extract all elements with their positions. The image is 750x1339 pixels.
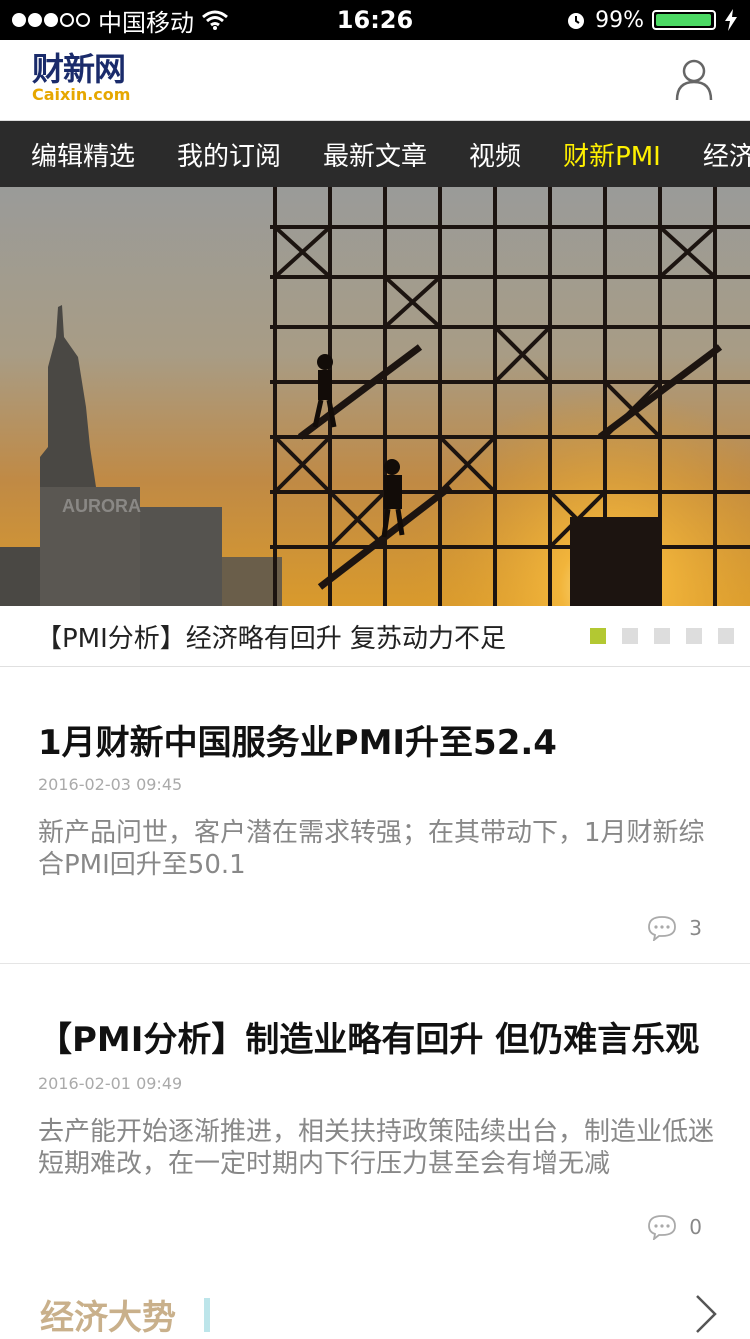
bolt-icon — [725, 9, 737, 31]
logo-domain: Caixin.com — [32, 85, 131, 104]
article-summary: 新产品问世，客户潜在需求转强；在其带动下，1月财新综合PMI回升至50.1 — [38, 818, 705, 880]
building-sign: AURORA — [62, 496, 141, 516]
article-title[interactable]: 1月财新中国服务业PMI升至52.4 — [38, 715, 557, 764]
article-date: 2016-02-01 09:49 — [38, 1074, 183, 1093]
hero-caption[interactable]: 【PMI分析】经济略有回升 复苏动力不足 — [36, 618, 506, 655]
tab-4[interactable]: 视频 — [469, 136, 521, 173]
tab-1[interactable]: 编辑精选 — [31, 136, 135, 173]
status-right: 99% — [565, 0, 738, 40]
section-accent-bar — [204, 1298, 210, 1332]
tab-2[interactable]: 我的订阅 — [177, 136, 281, 173]
section-title[interactable]: 经济大势 — [40, 1290, 176, 1339]
comment-count-value: 0 — [689, 1215, 702, 1239]
pager-dot[interactable] — [622, 628, 638, 644]
hero-illustration: AURORA — [0, 187, 750, 606]
hero-image[interactable]: AURORA — [0, 187, 750, 606]
logo-text: 财新网 — [32, 50, 126, 88]
category-tab-track: 编辑精选 我的订阅 最新文章 视频 财新PMI 经济 — [0, 121, 750, 187]
comment-count[interactable]: 3 — [647, 915, 702, 941]
status-bar: 中国移动 16:26 99% — [0, 0, 750, 40]
hero-caption-bar[interactable]: 【PMI分析】经济略有回升 复苏动力不足 — [0, 606, 750, 667]
pager-dot[interactable] — [590, 628, 606, 644]
tab-3[interactable]: 最新文章 — [323, 136, 427, 173]
pager-dot[interactable] — [718, 628, 734, 644]
pager-dot[interactable] — [654, 628, 670, 644]
article-card[interactable]: 【PMI分析】制造业略有回升 但仍难言乐观 2016-02-01 09:49 去… — [0, 964, 750, 1264]
comment-icon — [648, 916, 677, 941]
alarm-icon — [568, 13, 585, 29]
article-date: 2016-02-03 09:45 — [38, 775, 183, 794]
carousel-pager — [590, 628, 734, 644]
article-summary: 去产能开始逐渐推进，相关扶持政策陆续出台，制造业低迷短期难改，在一定时期内下行压… — [38, 1117, 715, 1179]
tab-6[interactable]: 经济 — [703, 136, 750, 173]
chevron-right-icon[interactable] — [694, 1294, 718, 1334]
comment-icon — [648, 1215, 677, 1240]
comment-count[interactable]: 0 — [647, 1214, 702, 1240]
battery-icon — [652, 10, 716, 30]
app-header: 财新网 Caixin.com — [0, 40, 750, 121]
tab-5[interactable]: 财新PMI — [563, 136, 661, 173]
battery-percent: 99% — [595, 7, 644, 33]
article-title[interactable]: 【PMI分析】制造业略有回升 但仍难言乐观 — [38, 1012, 699, 1061]
pager-dot[interactable] — [686, 628, 702, 644]
comment-count-value: 3 — [689, 916, 702, 940]
user-icon[interactable] — [674, 58, 714, 102]
category-tabs: 编辑精选 我的订阅 最新文章 视频 财新PMI 经济 — [0, 121, 750, 187]
article-card[interactable]: 1月财新中国服务业PMI升至52.4 2016-02-03 09:45 新产品问… — [0, 667, 750, 964]
logo[interactable]: 财新网 Caixin.com — [32, 52, 130, 104]
